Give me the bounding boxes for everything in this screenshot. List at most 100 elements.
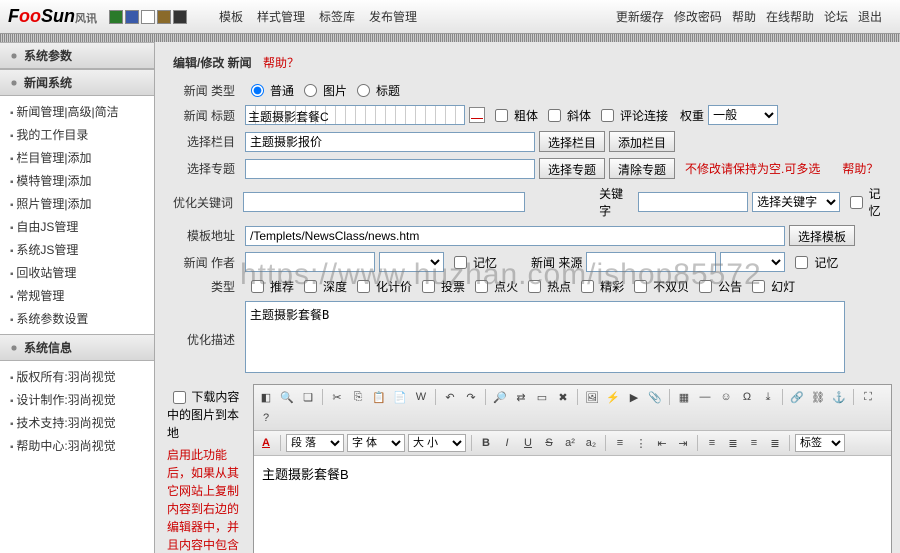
add-column-btn[interactable]: 添加栏目	[609, 131, 675, 152]
copy-icon[interactable]: ⎘	[349, 388, 367, 406]
align-right-icon[interactable]: ≡	[745, 434, 763, 452]
special-icon[interactable]: Ω	[738, 388, 756, 406]
nav-change-pwd[interactable]: 修改密码	[674, 8, 722, 25]
emoji-icon[interactable]: ☺	[717, 388, 735, 406]
subscript-icon[interactable]: a²	[561, 434, 579, 452]
nav-template[interactable]: 模板	[219, 8, 243, 25]
color-brown[interactable]	[157, 10, 171, 24]
hr-icon[interactable]: —	[696, 388, 714, 406]
chk-remember-source[interactable]	[795, 256, 808, 269]
nav-exit[interactable]: 退出	[858, 8, 882, 25]
nav-style[interactable]: 样式管理	[257, 8, 305, 25]
sidebar-item[interactable]: 新闻管理|高级|简洁	[0, 100, 154, 123]
nav-tags[interactable]: 标签库	[319, 8, 355, 25]
topic-help[interactable]: 帮助？	[842, 160, 878, 177]
chk-comment[interactable]	[601, 109, 614, 122]
superscript-icon[interactable]: a₂	[582, 434, 600, 452]
remove-format-icon[interactable]: ✖	[554, 388, 572, 406]
sidebar-item[interactable]: 自由JS管理	[0, 215, 154, 238]
selectall-icon[interactable]: ▭	[533, 388, 551, 406]
chk-remember-author[interactable]	[454, 256, 467, 269]
indent-icon[interactable]: ⇥	[674, 434, 692, 452]
nav-help[interactable]: 帮助	[732, 8, 756, 25]
flag-2[interactable]	[357, 280, 370, 293]
nav-refresh-cache[interactable]: 更新缓存	[616, 8, 664, 25]
column-input[interactable]	[245, 132, 535, 152]
desc-textarea[interactable]: 主题摄影套餐B	[245, 301, 845, 373]
sidebar-item[interactable]: 栏目管理|添加	[0, 146, 154, 169]
keyword-select[interactable]: 选择关键字	[752, 192, 840, 212]
title-ruler-input[interactable]: 主题摄影套餐C	[245, 105, 465, 125]
select-template-btn[interactable]: 选择模板	[789, 225, 855, 246]
size-select[interactable]: 大 小	[408, 434, 466, 452]
color-picker-icon[interactable]	[469, 107, 485, 123]
unlink-icon[interactable]: ⛓	[809, 388, 827, 406]
chk-italic[interactable]	[548, 109, 561, 122]
tag-select[interactable]: 标签	[795, 434, 845, 452]
author-input[interactable]	[245, 252, 375, 272]
chk-bold[interactable]	[495, 109, 508, 122]
nav-forum[interactable]: 论坛	[824, 8, 848, 25]
cut-icon[interactable]: ✂	[328, 388, 346, 406]
source-select[interactable]	[720, 252, 785, 272]
find-icon[interactable]: 🔎	[491, 388, 509, 406]
source-icon[interactable]: ◧	[257, 388, 275, 406]
textcolor-icon[interactable]: A	[257, 434, 275, 452]
align-left-icon[interactable]: ≡	[703, 434, 721, 452]
sidebar-item[interactable]: 照片管理|添加	[0, 192, 154, 215]
sidebar-item[interactable]: 系统JS管理	[0, 238, 154, 261]
bold-icon[interactable]: B	[477, 434, 495, 452]
sidebar-item[interactable]: 模特管理|添加	[0, 169, 154, 192]
italic-icon[interactable]: I	[498, 434, 516, 452]
radio-image[interactable]	[304, 84, 317, 97]
flag-9[interactable]	[752, 280, 765, 293]
strike-icon[interactable]: S	[540, 434, 558, 452]
paste-word-icon[interactable]: W	[412, 388, 430, 406]
editor-content[interactable]: 主题摄影套餐B	[254, 456, 891, 553]
keyword-input[interactable]	[638, 192, 748, 212]
attach-icon[interactable]: 📎	[646, 388, 664, 406]
about-icon[interactable]: ?	[257, 409, 275, 427]
select-topic-btn[interactable]: 选择专题	[539, 158, 605, 179]
replace-icon[interactable]: ⇄	[512, 388, 530, 406]
redo-icon[interactable]: ↷	[462, 388, 480, 406]
link-icon[interactable]: 🔗	[788, 388, 806, 406]
paragraph-select[interactable]: 段 落	[286, 434, 344, 452]
nav-publish[interactable]: 发布管理	[369, 8, 417, 25]
sidebar-item[interactable]: 系统参数设置	[0, 307, 154, 330]
clear-topic-btn[interactable]: 清除专题	[609, 158, 675, 179]
color-green[interactable]	[109, 10, 123, 24]
ul-icon[interactable]: ⋮	[632, 434, 650, 452]
panel-system-params[interactable]: 系统参数	[0, 42, 154, 69]
chk-download-images[interactable]	[173, 391, 186, 404]
undo-icon[interactable]: ↶	[441, 388, 459, 406]
radio-title[interactable]	[357, 84, 370, 97]
anchor-icon[interactable]: ⚓	[830, 388, 848, 406]
help-link[interactable]: 帮助？	[263, 56, 299, 70]
author-select[interactable]	[379, 252, 444, 272]
color-white[interactable]	[141, 10, 155, 24]
outdent-icon[interactable]: ⇤	[653, 434, 671, 452]
color-blue[interactable]	[125, 10, 139, 24]
nav-online-help[interactable]: 在线帮助	[766, 8, 814, 25]
select-column-btn[interactable]: 选择栏目	[539, 131, 605, 152]
template-input[interactable]	[245, 226, 785, 246]
sidebar-item[interactable]: 常规管理	[0, 284, 154, 307]
preview-icon[interactable]: 🔍	[278, 388, 296, 406]
fullscreen-icon[interactable]: ⛶	[859, 388, 877, 406]
keywords-input[interactable]	[243, 192, 525, 212]
flag-1[interactable]	[304, 280, 317, 293]
align-center-icon[interactable]: ≣	[724, 434, 742, 452]
chk-remember-kw[interactable]	[850, 196, 863, 209]
table-icon[interactable]: ▦	[675, 388, 693, 406]
font-select[interactable]: 字 体	[347, 434, 405, 452]
panel-system-info[interactable]: 系统信息	[0, 334, 154, 361]
paste-text-icon[interactable]: 📄	[391, 388, 409, 406]
underline-icon[interactable]: U	[519, 434, 537, 452]
ol-icon[interactable]: ≡	[611, 434, 629, 452]
source-input[interactable]	[586, 252, 716, 272]
image-icon[interactable]: 🖼	[583, 388, 601, 406]
new-icon[interactable]: ❏	[299, 388, 317, 406]
radio-normal[interactable]	[251, 84, 264, 97]
flash-icon[interactable]: ⚡	[604, 388, 622, 406]
